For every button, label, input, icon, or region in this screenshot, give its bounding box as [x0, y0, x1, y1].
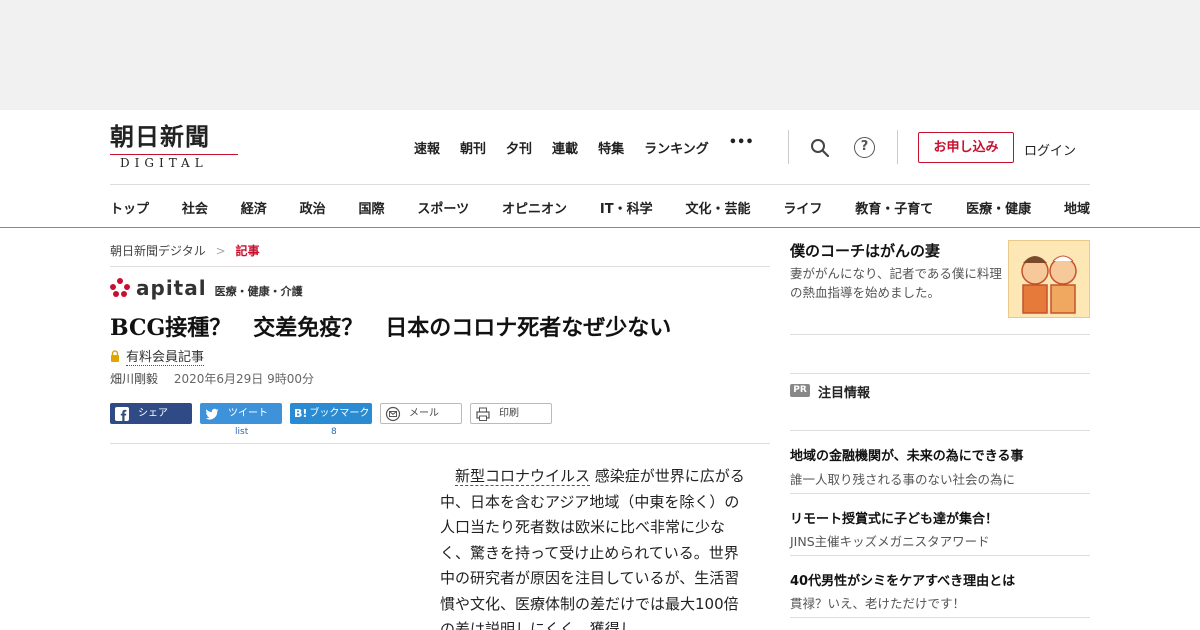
- category-nav: トップ 社会 経済 政治 国際 スポーツ オピニオン IT・科学 文化・芸能 ラ…: [110, 198, 1090, 217]
- breadcrumb-home[interactable]: 朝日新聞デジタル: [110, 244, 206, 258]
- site-logo[interactable]: 朝日新聞 DIGITAL: [110, 124, 240, 170]
- category-top[interactable]: トップ: [110, 198, 149, 217]
- more-menu-icon[interactable]: •••: [729, 135, 754, 154]
- site-header: 朝日新聞 DIGITAL 速報 朝刊 夕刊 連載 特集 ランキング ••• ? …: [0, 110, 1200, 228]
- breadcrumb-current: 記事: [235, 244, 260, 258]
- mail-share-button[interactable]: メール: [380, 403, 462, 424]
- twitter-icon: [205, 408, 219, 420]
- body-keyword-link[interactable]: 新型コロナウイルス: [455, 467, 591, 486]
- hatena-bookmark-label: ブックマーク: [309, 408, 370, 419]
- twitter-share-button[interactable]: ツイート: [200, 403, 282, 424]
- promo-title[interactable]: 僕のコーチはがんの妻: [790, 240, 940, 261]
- sidebar-divider: [790, 430, 1090, 431]
- facebook-icon: [115, 406, 129, 421]
- sidebar-divider: [790, 555, 1090, 556]
- facebook-share-label: シェア: [138, 408, 168, 419]
- apital-logo-icon: [110, 278, 130, 298]
- top-nav: 速報 朝刊 夕刊 連載 特集 ランキング •••: [414, 135, 754, 157]
- header-divider: [110, 184, 1090, 185]
- publish-date: 2020年6月29日 9時00分: [173, 372, 315, 386]
- pr-badge: PR: [790, 384, 810, 397]
- pr-item-subtitle[interactable]: 貫禄？いえ、老けただけです！: [790, 593, 965, 612]
- pr-item-subtitle[interactable]: JINS主催キッズメガニスタアワード: [790, 531, 990, 550]
- category-region[interactable]: 地域: [1064, 198, 1090, 217]
- print-icon: [476, 407, 490, 421]
- lock-icon: [111, 350, 119, 362]
- cooking-couple-illustration: [1009, 241, 1089, 317]
- breadcrumb: 朝日新聞デジタル > 記事: [110, 242, 260, 259]
- divider: [897, 130, 898, 164]
- nav-rensai[interactable]: 連載: [552, 138, 578, 157]
- nav-tokushu[interactable]: 特集: [598, 138, 624, 157]
- nav-choukan[interactable]: 朝刊: [460, 138, 486, 157]
- article-headline: BCG接種？ 交差免疫？ 日本のコロナ死者なぜ少ない: [110, 315, 672, 341]
- search-icon[interactable]: [810, 138, 830, 158]
- pr-section-title: 注目情報: [818, 386, 871, 401]
- apital-brand[interactable]: apital 医療・健康・介護: [110, 276, 303, 300]
- apital-wordmark: apital: [136, 276, 207, 300]
- apply-button[interactable]: お申し込み: [918, 132, 1014, 163]
- mail-icon: [385, 406, 401, 421]
- promo-description[interactable]: 妻ががんになり、記者である僕に料理の熱血指導を始めました。: [790, 264, 1005, 302]
- category-culture[interactable]: 文化・芸能: [685, 198, 750, 217]
- hatena-bookmark-button[interactable]: B! ブックマーク: [290, 403, 372, 424]
- category-it-science[interactable]: IT・科学: [600, 198, 653, 217]
- promo-illustration[interactable]: [1008, 240, 1090, 318]
- category-economy[interactable]: 経済: [241, 198, 267, 217]
- category-international[interactable]: 国際: [359, 198, 385, 217]
- sidebar-divider: [790, 334, 1090, 335]
- hatena-count[interactable]: 8: [331, 427, 337, 437]
- pr-item-title[interactable]: リモート授賞式に子ども達が集合！: [790, 508, 998, 527]
- category-sports[interactable]: スポーツ: [417, 198, 469, 217]
- twitter-share-label: ツイート: [228, 408, 268, 419]
- category-opinion[interactable]: オピニオン: [502, 198, 567, 217]
- category-life[interactable]: ライフ: [783, 198, 822, 217]
- facebook-share-button[interactable]: シェア: [110, 403, 192, 424]
- article-body: 新型コロナウイルス 感染症が世界に広がる中、日本を含むアジア地域（中東を除く）の…: [440, 464, 746, 630]
- pr-item-title[interactable]: 40代男性がシミをケアすべき理由とは: [790, 570, 1015, 589]
- category-education[interactable]: 教育・子育て: [855, 198, 933, 217]
- author-name: 畑川剛毅: [110, 372, 159, 386]
- breadcrumb-divider: [110, 266, 770, 267]
- breadcrumb-separator: >: [215, 244, 226, 258]
- sidebar-divider: [790, 373, 1090, 374]
- pr-item-title[interactable]: 地域の金融機関が、未来の為にできる事: [790, 445, 1023, 464]
- logo-sub-text: DIGITAL: [120, 156, 208, 170]
- divider: [788, 130, 789, 164]
- share-divider: [110, 443, 770, 444]
- nav-sokuho[interactable]: 速報: [414, 138, 440, 157]
- paid-member-label[interactable]: 有料会員記事: [126, 346, 205, 366]
- category-health[interactable]: 医療・健康: [966, 198, 1031, 217]
- login-link[interactable]: ログイン: [1024, 140, 1076, 159]
- byline: 畑川剛毅 2020年6月29日 9時00分: [110, 370, 314, 387]
- sidebar-divider: [790, 493, 1090, 494]
- category-politics[interactable]: 政治: [300, 198, 326, 217]
- ad-banner: [0, 0, 1200, 110]
- pr-item-subtitle[interactable]: 誰一人取り残される事のない社会の為に: [790, 469, 1015, 488]
- hatena-bookmark-icon: B!: [294, 407, 308, 420]
- print-label: 印刷: [499, 408, 519, 419]
- sidebar-divider: [790, 617, 1090, 618]
- logo-main-text: 朝日新聞: [110, 122, 210, 151]
- nav-yuukan[interactable]: 夕刊: [506, 138, 532, 157]
- paid-member-badge: 有料会員記事: [110, 346, 205, 366]
- print-button[interactable]: 印刷: [470, 403, 552, 424]
- twitter-count[interactable]: list: [235, 427, 248, 437]
- nav-ranking[interactable]: ランキング: [644, 138, 709, 157]
- logo-rule: [110, 154, 238, 155]
- help-icon[interactable]: ?: [854, 137, 875, 158]
- mail-share-label: メール: [409, 408, 439, 419]
- category-society[interactable]: 社会: [182, 198, 208, 217]
- body-paragraph: 感染症が世界に広がる中、日本を含むアジア地域（中東を除く）の人口当たり死者数は欧…: [440, 467, 745, 630]
- apital-category: 医療・健康・介護: [214, 285, 303, 298]
